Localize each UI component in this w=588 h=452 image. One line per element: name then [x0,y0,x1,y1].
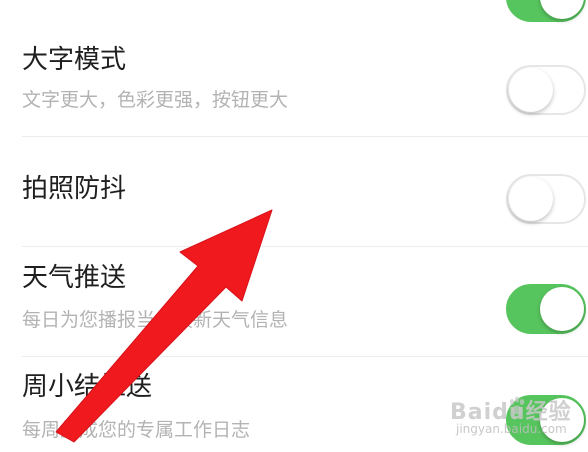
toggle-knob [540,0,584,19]
toggle-previous-setting[interactable] [506,0,586,22]
paw-icon [509,396,525,415]
setting-title: 天气推送 [22,263,127,293]
toggle-weather-push[interactable] [506,284,586,334]
baidu-jingyan-watermark: Baidu经验 jingyan.baidu.com [448,392,588,452]
toggle-large-text[interactable] [506,65,586,115]
toggle-knob [509,177,553,221]
toggle-photo-stabilization[interactable] [506,174,586,224]
setting-subtitle: 文字更大，色彩更强，按钮更大 [22,89,289,111]
setting-subtitle: 每日为您播报当日最新天气信息 [22,309,289,331]
setting-title: 大字模式 [22,45,127,75]
setting-title: 周小结推送 [22,372,153,402]
toggle-knob [509,68,553,112]
setting-subtitle: 每周生成您的专属工作日志 [22,419,251,441]
setting-title: 拍照防抖 [22,174,127,204]
divider [22,356,588,357]
divider [22,246,588,247]
toggle-knob [540,287,584,331]
divider [22,136,588,137]
settings-screen: 大字模式 文字更大，色彩更强，按钮更大 拍照防抖 天气推送 每日为您播报当日最新… [0,0,588,452]
watermark-url: jingyan.baidu.com [456,422,567,436]
